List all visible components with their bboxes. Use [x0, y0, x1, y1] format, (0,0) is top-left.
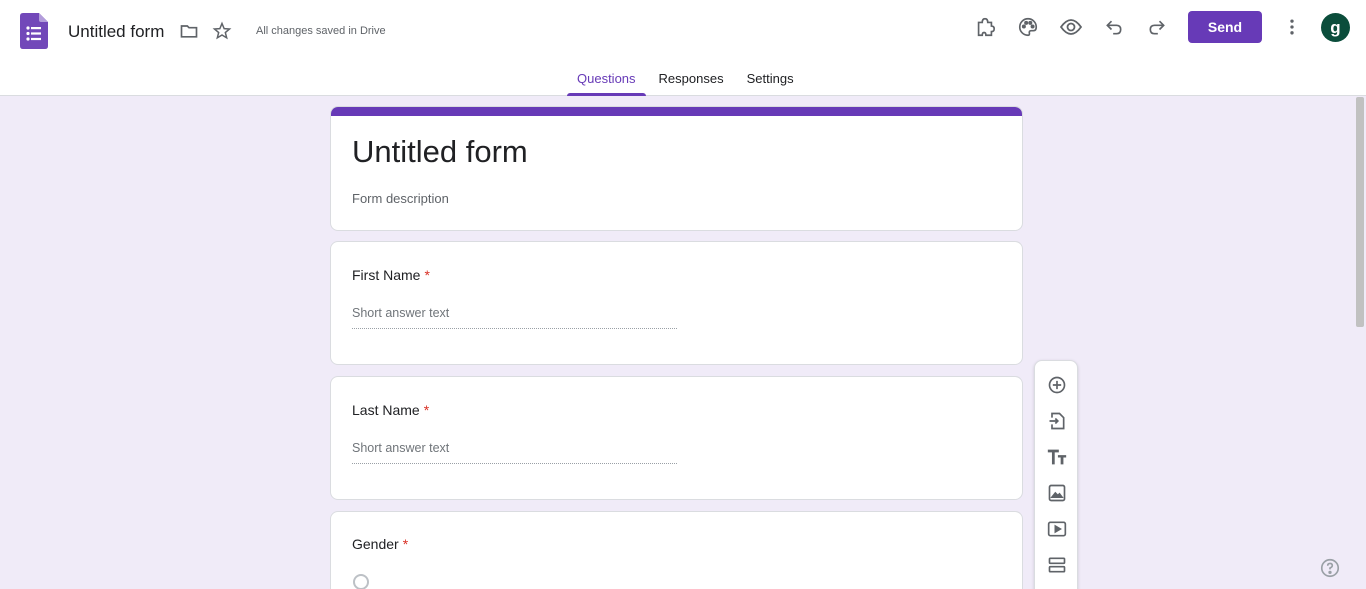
addon-puzzle-icon[interactable] — [972, 14, 998, 40]
add-question-icon[interactable] — [1045, 373, 1069, 397]
add-image-icon[interactable] — [1045, 481, 1069, 505]
folder-icon[interactable] — [177, 19, 201, 43]
save-status: All changes saved in Drive — [256, 25, 386, 37]
top-header: Untitled form All changes saved in Drive… — [0, 0, 1366, 96]
avatar[interactable]: g — [1321, 13, 1350, 42]
question-title-text: Last Name — [352, 402, 420, 418]
import-questions-icon[interactable] — [1045, 409, 1069, 433]
tab-settings[interactable]: Settings — [737, 62, 804, 96]
tab-questions[interactable]: Questions — [567, 62, 646, 96]
more-vert-icon[interactable] — [1279, 14, 1305, 40]
question-card[interactable]: Last Name * Short answer text — [330, 376, 1023, 500]
palette-icon[interactable] — [1015, 14, 1041, 40]
add-video-icon[interactable] — [1045, 517, 1069, 541]
star-icon[interactable] — [210, 19, 234, 43]
question-title[interactable]: Last Name * — [352, 402, 429, 418]
scrollbar[interactable] — [1356, 97, 1364, 327]
tab-responses[interactable]: Responses — [649, 62, 734, 96]
undo-icon[interactable] — [1101, 14, 1127, 40]
question-title-text: First Name — [352, 267, 421, 283]
radio-option[interactable] — [353, 574, 369, 589]
document-title[interactable]: Untitled form — [68, 21, 164, 43]
add-section-icon[interactable] — [1045, 553, 1069, 577]
card-accent-bar — [331, 107, 1022, 116]
form-title[interactable]: Untitled form — [352, 134, 528, 170]
question-card[interactable]: Gender * — [330, 511, 1023, 589]
form-description[interactable]: Form description — [352, 191, 449, 206]
question-title[interactable]: First Name * — [352, 267, 430, 283]
question-toolbar — [1034, 360, 1078, 589]
question-title[interactable]: Gender * — [352, 536, 408, 552]
short-answer-field: Short answer text — [352, 441, 677, 464]
short-answer-field: Short answer text — [352, 306, 677, 329]
tab-bar: Questions Responses Settings — [567, 62, 807, 96]
redo-icon[interactable] — [1144, 14, 1170, 40]
required-asterisk: * — [402, 536, 409, 552]
form-header-card[interactable]: Untitled form Form description — [330, 106, 1023, 231]
question-card[interactable]: First Name * Short answer text — [330, 241, 1023, 365]
required-asterisk: * — [423, 402, 430, 418]
preview-eye-icon[interactable] — [1058, 14, 1084, 40]
required-asterisk: * — [424, 267, 430, 283]
help-icon[interactable] — [1319, 557, 1341, 579]
forms-logo-icon[interactable] — [20, 13, 48, 49]
add-title-icon[interactable] — [1045, 445, 1069, 469]
send-button[interactable]: Send — [1188, 11, 1262, 43]
question-title-text: Gender — [352, 536, 399, 552]
